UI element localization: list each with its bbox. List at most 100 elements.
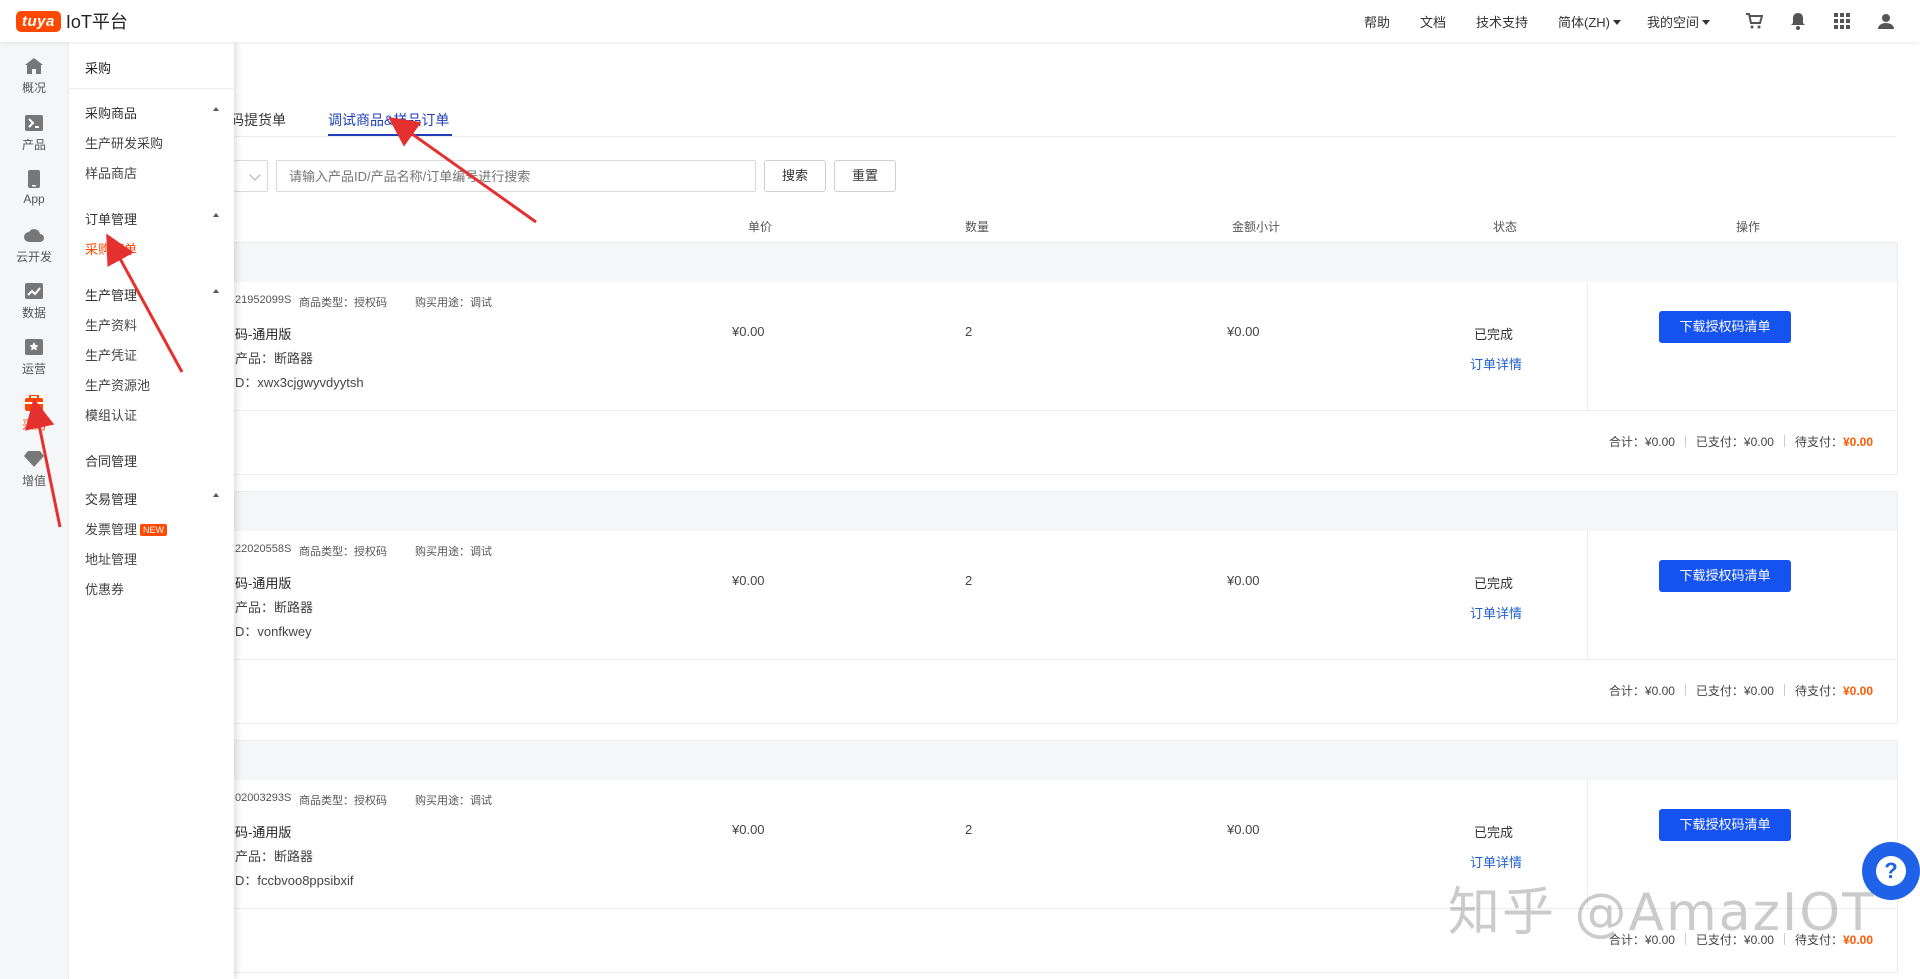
due-amount: ¥0.00 — [1842, 684, 1873, 698]
rail-item-purchase[interactable]: 采购 — [0, 394, 68, 433]
order-detail-link[interactable]: 订单详情 — [1470, 603, 1522, 622]
rail-item-value-added[interactable]: 增值 — [0, 450, 68, 489]
divider — [1587, 282, 1588, 410]
purchase-submenu: 采购 采购商品 生产研发采购 样品商店 订单管理 采购订单 生产管理 生产资料 … — [68, 42, 235, 979]
rail-label: 采购 — [21, 418, 46, 432]
item-type: 商品类型：授权码 — [299, 795, 387, 807]
space-label: 我的空间 — [1646, 14, 1699, 30]
column-header-quantity: 数量 — [965, 220, 990, 234]
submenu-item-module-cert[interactable]: 模组认证 — [85, 405, 137, 424]
download-auth-code-button[interactable]: 下载授权码清单 — [1659, 560, 1791, 592]
subtotal: ¥0.00 — [1227, 324, 1260, 339]
submenu-item-sample-store[interactable]: 样品商店 — [85, 163, 137, 182]
order-number: 21952099S — [235, 294, 292, 306]
group-label: 采购商品 — [85, 106, 138, 121]
search-button[interactable]: 搜索 — [764, 160, 826, 192]
submenu-group-production-mgmt[interactable]: 生产管理 — [85, 285, 219, 304]
rail-label: 数据 — [21, 306, 46, 320]
divider — [1587, 531, 1588, 659]
product-category: 产品：断路器 — [235, 849, 314, 864]
platform-title: IoT平台 — [65, 12, 128, 32]
logo[interactable]: tuya IoT平台 — [16, 8, 128, 34]
product-id: D：xwx3cjgwyvdyytsh — [235, 375, 364, 390]
order-totals: 合计：¥0.00 已支付：¥0.00 待支付：¥0.00 — [1609, 433, 1873, 450]
due-label: 待支付： — [1794, 435, 1843, 449]
order-card-header — [225, 492, 1897, 531]
search-input[interactable] — [276, 160, 756, 192]
group-label: 合同管理 — [85, 454, 138, 469]
nav-support[interactable]: 技术支持 — [1476, 12, 1528, 31]
nav-docs[interactable]: 文档 — [1420, 12, 1446, 31]
user-icon[interactable] — [1876, 11, 1896, 31]
submenu-group-order-mgmt[interactable]: 订单管理 — [85, 209, 219, 228]
cart-icon[interactable] — [1744, 11, 1764, 31]
tab-code-pickup[interactable]: 码提货单 — [230, 110, 286, 130]
rail-item-cloud[interactable]: 云开发 — [0, 226, 68, 265]
apps-grid-icon[interactable] — [1832, 11, 1852, 31]
left-icon-rail: 概况 产品 App 云开发 数据 运营 采购 增值 — [0, 42, 68, 979]
rail-item-operation[interactable]: 运营 — [0, 338, 68, 377]
collapse-icon — [213, 289, 219, 293]
rail-item-product[interactable]: 产品 — [0, 114, 68, 153]
divider — [1783, 435, 1785, 447]
submenu-item-resource-pool[interactable]: 生产资源池 — [85, 375, 150, 394]
product-name: 码-通用版 — [235, 327, 292, 342]
paid-amount: 已支付：¥0.00 — [1695, 435, 1774, 449]
purchase-icon — [24, 394, 44, 412]
rail-label: 产品 — [21, 138, 46, 152]
space-dropdown[interactable]: 我的空间 — [1647, 12, 1710, 31]
submenu-group-purchase-goods[interactable]: 采购商品 — [85, 103, 219, 122]
subtotal: ¥0.00 — [1227, 573, 1260, 588]
collapse-icon — [213, 107, 219, 111]
chevron-down-icon — [1702, 19, 1710, 25]
language-dropdown[interactable]: 简体(ZH) — [1558, 12, 1621, 31]
rail-item-data[interactable]: 数据 — [0, 282, 68, 321]
rail-item-overview[interactable]: 概况 — [0, 57, 68, 96]
order-number: 02003293S — [235, 792, 292, 804]
order-detail-link[interactable]: 订单详情 — [1470, 354, 1522, 373]
chevron-down-icon — [1612, 19, 1621, 25]
chevron-down-icon — [249, 169, 261, 181]
download-auth-code-button[interactable]: 下载授权码清单 — [1659, 809, 1791, 841]
nav-help[interactable]: 帮助 — [1364, 12, 1390, 31]
bell-icon[interactable] — [1788, 11, 1808, 31]
total-amount: 合计：¥0.00 — [1608, 435, 1675, 449]
quantity: 2 — [965, 822, 973, 837]
rail-label: 云开发 — [15, 250, 52, 264]
divider — [1783, 684, 1785, 696]
submenu-group-trade-mgmt[interactable]: 交易管理 — [85, 489, 219, 508]
product-name: 码-通用版 — [235, 576, 292, 591]
diamond-icon — [24, 450, 44, 468]
tab-debug-sample-orders[interactable]: 调试商品&样品订单 — [328, 110, 449, 130]
submenu-item-coupons[interactable]: 优惠券 — [85, 579, 124, 598]
download-auth-code-button[interactable]: 下载授权码清单 — [1659, 311, 1791, 343]
reset-button[interactable]: 重置 — [834, 160, 896, 192]
unit-price: ¥0.00 — [732, 822, 765, 837]
due-label: 待支付： — [1794, 684, 1843, 698]
order-card: 22020558S 商品类型：授权码 购买用途：调试 码-通用版 产品：断路器 … — [224, 491, 1898, 724]
submenu-item-rd-purchase[interactable]: 生产研发采购 — [85, 133, 163, 152]
submenu-title: 采购 — [85, 61, 112, 76]
tuya-logo-badge: tuya — [16, 10, 61, 32]
terminal-icon — [24, 114, 44, 132]
new-badge: NEW — [140, 524, 168, 536]
group-label: 交易管理 — [85, 492, 138, 507]
group-label: 生产管理 — [85, 288, 138, 303]
column-header-status: 状态 — [1493, 220, 1518, 234]
submenu-group-contract-mgmt[interactable]: 合同管理 — [85, 451, 219, 470]
column-header-unit-price: 单价 — [748, 220, 773, 234]
status-text: 已完成 — [1474, 825, 1514, 840]
main-content: 码提货单 调试商品&样品订单 搜索 重置 单价 数量 金额小计 状态 操作 21… — [214, 42, 1920, 979]
item-type: 商品类型：授权码 — [299, 297, 387, 309]
submenu-item-invoice[interactable]: 发票管理 NEW — [85, 519, 168, 538]
purchase-purpose: 购买用途：调试 — [415, 795, 492, 807]
submenu-item-address[interactable]: 地址管理 — [85, 549, 137, 568]
submenu-item-production-voucher[interactable]: 生产凭证 — [85, 345, 137, 364]
submenu-item-production-materials[interactable]: 生产资料 — [85, 315, 137, 334]
order-detail-link[interactable]: 订单详情 — [1470, 852, 1522, 871]
rail-item-app[interactable]: App — [0, 170, 68, 206]
cloud-icon — [24, 226, 44, 244]
help-floating-button[interactable]: ? — [1862, 842, 1920, 900]
submenu-item-purchase-orders[interactable]: 采购订单 — [85, 239, 137, 258]
phone-icon — [24, 170, 44, 188]
